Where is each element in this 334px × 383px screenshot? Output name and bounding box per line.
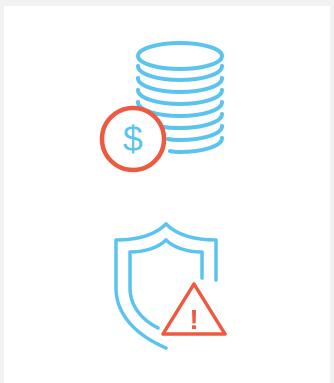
illustration-panel: $ ! (4, 6, 330, 383)
coin-stack-svg: $ (99, 41, 224, 173)
shield-inner-left (128, 238, 168, 330)
coin-stack-with-dollar-icon: $ (92, 36, 242, 186)
shield-svg: ! (114, 222, 227, 350)
warning-triangle: ! (161, 282, 227, 336)
shield-inner-right (164, 238, 204, 280)
dollar-badge: $ (99, 105, 167, 173)
coin-top (136, 41, 224, 71)
exclamation-icon: ! (189, 304, 198, 335)
dollar-sign-icon: $ (123, 118, 143, 159)
shield-with-warning-icon: ! (104, 218, 244, 358)
